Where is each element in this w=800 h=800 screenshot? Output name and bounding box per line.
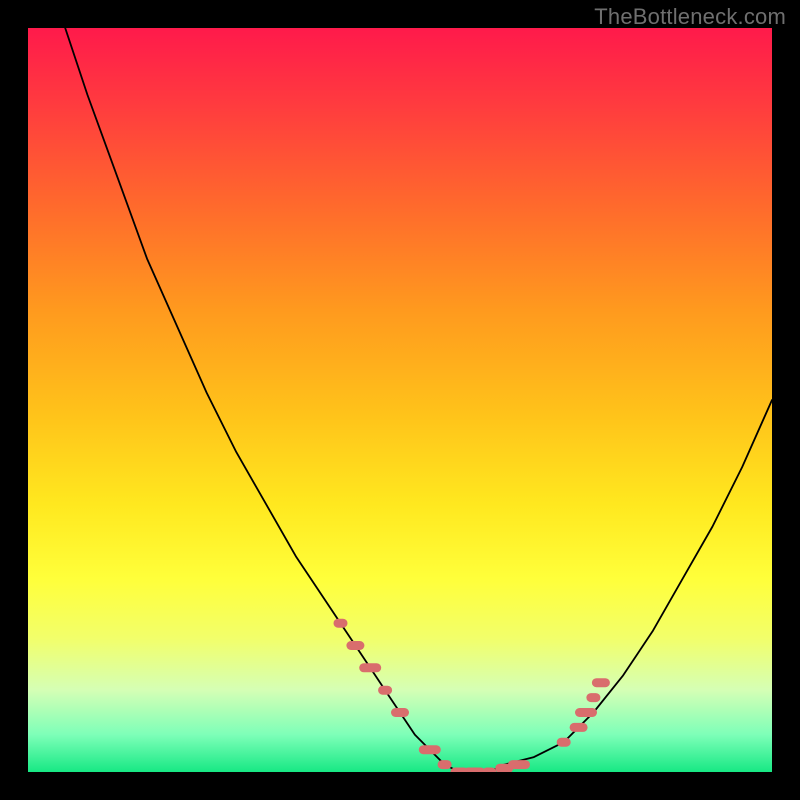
curve-marker [359,663,381,672]
curve-marker [586,693,600,702]
curve-marker [575,708,597,717]
curve-marker [482,768,496,773]
curve-marker [334,619,348,628]
curve-marker [419,745,441,754]
marker-layer [334,619,610,772]
curve-marker [346,641,364,650]
watermark-text: TheBottleneck.com [594,4,786,30]
chart-svg [28,28,772,772]
curve-marker [557,738,571,747]
curve-marker [570,723,588,732]
bottleneck-curve [65,28,772,772]
curve-marker [508,760,530,769]
curve-marker [438,760,452,769]
curve-marker [463,768,485,773]
plot-area [28,28,772,772]
curve-marker [592,678,610,687]
chart-stage: TheBottleneck.com [0,0,800,800]
curve-marker [378,686,392,695]
curve-marker [391,708,409,717]
